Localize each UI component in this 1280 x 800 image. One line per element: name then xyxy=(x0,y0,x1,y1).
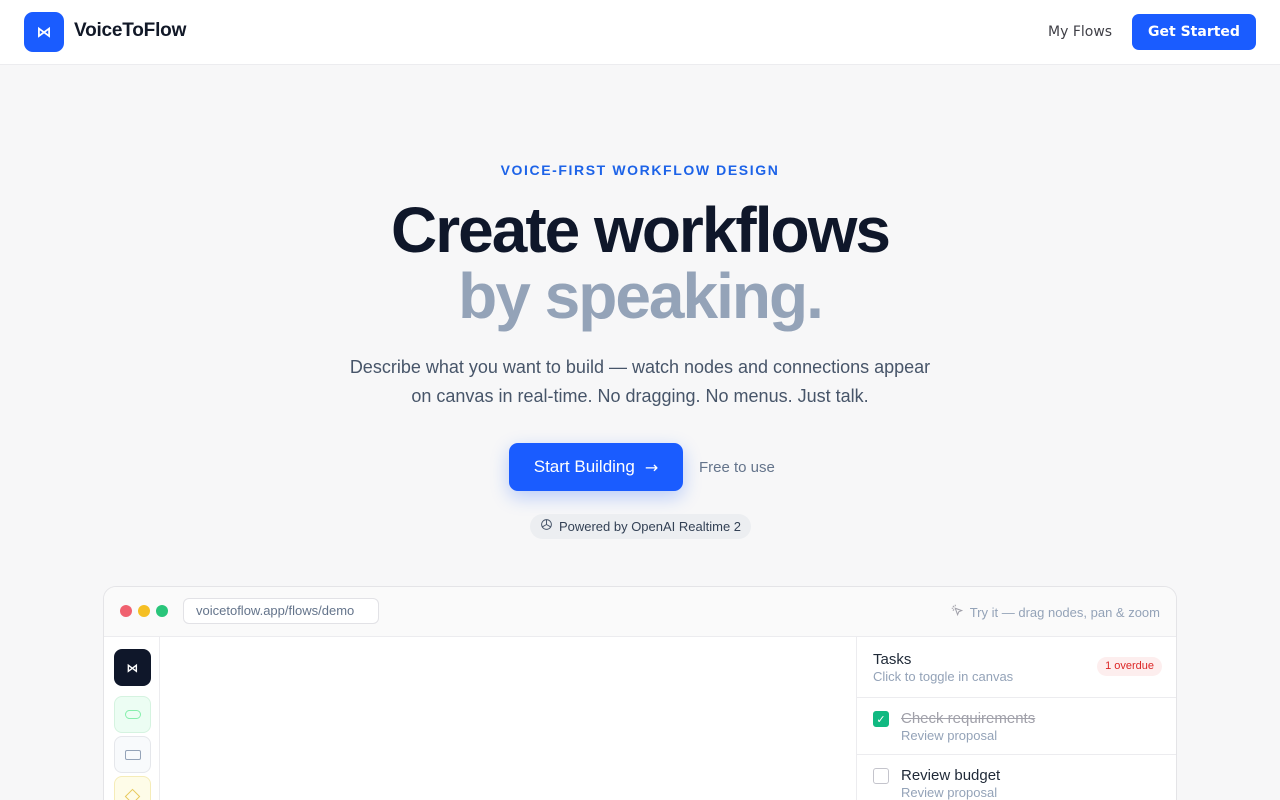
window-minimize-dot xyxy=(138,605,150,617)
action-node-tool[interactable] xyxy=(114,736,151,773)
demo-window: voicetoflow.app/flows/demo Try it — drag… xyxy=(103,586,1177,800)
start-building-button[interactable]: Start Building → xyxy=(509,443,683,491)
pill-shape-icon xyxy=(124,710,141,719)
my-flows-link[interactable]: My Flows xyxy=(1048,24,1112,40)
task-title: Review budget xyxy=(901,767,1001,784)
tasks-title: Tasks xyxy=(873,651,912,668)
logo-icon[interactable]: ⋈ xyxy=(24,12,64,52)
window-maximize-dot xyxy=(156,605,168,617)
task-item[interactable]: ✓ Check requirements Review proposal xyxy=(857,698,1176,755)
demo-url-bar: voicetoflow.app/flows/demo xyxy=(183,598,379,624)
get-started-button[interactable]: Get Started xyxy=(1132,14,1256,50)
decision-node-tool[interactable] xyxy=(114,776,151,800)
pointer-sparkle-icon xyxy=(950,603,964,621)
free-to-use-label: Free to use xyxy=(699,459,775,476)
task-subtitle: Review proposal xyxy=(901,785,998,800)
demo-hint: Try it — drag nodes, pan & zoom xyxy=(950,603,1160,621)
hero-subtitle: Describe what you want to build — watch … xyxy=(349,357,931,406)
start-building-label: Start Building xyxy=(533,457,635,476)
powered-by-badge: Powered by OpenAI Realtime 2 xyxy=(530,514,751,539)
powered-by-label: Powered by OpenAI Realtime 2 xyxy=(558,519,742,534)
start-node-tool[interactable] xyxy=(114,696,151,733)
task-subtitle: Review proposal xyxy=(901,728,998,743)
task-item[interactable]: Review budget Review proposal xyxy=(857,755,1176,800)
tasks-header: Tasks Click to toggle in canvas 1 overdu… xyxy=(857,637,1176,698)
diamond-shape-icon xyxy=(124,788,141,800)
tasks-subtitle: Click to toggle in canvas xyxy=(873,669,1014,684)
canvas-toolbar: ⋈ xyxy=(104,637,160,800)
demo-hint-text: Try it — drag nodes, pan & zoom xyxy=(969,604,1160,620)
task-checkbox[interactable] xyxy=(873,768,889,784)
rectangle-shape-icon xyxy=(124,749,141,760)
overdue-badge: 1 overdue xyxy=(1097,657,1162,676)
openai-icon xyxy=(540,518,553,535)
task-checkbox[interactable]: ✓ xyxy=(873,711,889,727)
window-close-dot xyxy=(120,605,132,617)
app-logo-icon[interactable]: ⋈ xyxy=(114,649,151,686)
tasks-panel: Tasks Click to toggle in canvas 1 overdu… xyxy=(856,637,1176,800)
task-title: Check requirements xyxy=(901,710,1036,727)
hero-title-line2: by speaking. xyxy=(458,260,824,332)
hero-eyebrow: VOICE-FIRST WORKFLOW DESIGN xyxy=(500,162,780,178)
hero-title-line1: Create workflows xyxy=(391,194,891,266)
brand-name[interactable]: VoiceToFlow xyxy=(74,20,186,42)
top-nav: ⋈ VoiceToFlow My Flows Get Started xyxy=(0,0,1280,65)
arrow-right-icon: → xyxy=(644,457,659,477)
demo-titlebar: voicetoflow.app/flows/demo Try it — drag… xyxy=(104,587,1176,637)
